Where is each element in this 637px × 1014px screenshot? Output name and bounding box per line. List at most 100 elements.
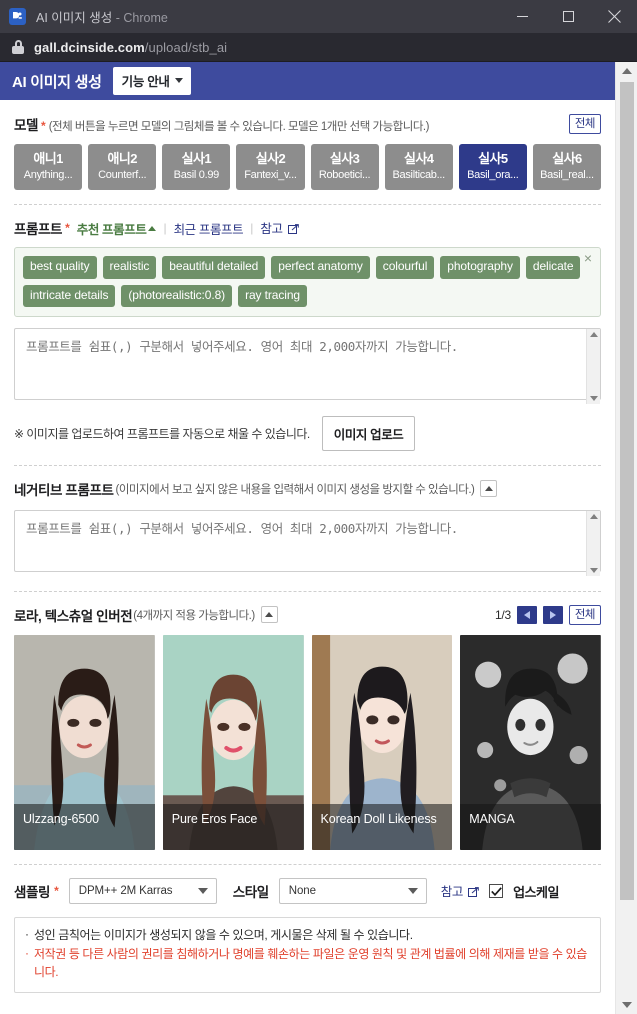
style-select[interactable]: None <box>278 878 427 905</box>
separator-2: | <box>250 221 254 236</box>
lora-all-button[interactable]: 전체 <box>568 604 601 626</box>
model-option-sub: Roboetici... <box>318 169 371 182</box>
notice-box: 성인 금칙어는 이미지가 생성되지 않을 수 있으며, 게시물은 삭제 될 수 … <box>14 917 601 993</box>
prompt-textarea-wrap <box>14 327 601 405</box>
model-option-name: 실사3 <box>329 151 360 167</box>
browser-address-bar[interactable]: gall.dcinside.com/upload/stb_ai <box>0 33 637 62</box>
prompt-tag[interactable]: ray tracing <box>238 284 307 307</box>
negative-prompt-collapse-toggle[interactable] <box>480 480 498 498</box>
model-option-3[interactable]: 실사2 Fantexi_v... <box>236 144 305 191</box>
lora-prev-button[interactable] <box>516 605 537 624</box>
model-option-7[interactable]: 실사6 Basil_real... <box>532 144 601 191</box>
sampling-reference-link[interactable]: 참고 <box>441 881 479 901</box>
chevron-up-icon <box>621 68 632 74</box>
model-option-5[interactable]: 실사4 Basilticab... <box>384 144 453 191</box>
upscale-checkbox[interactable] <box>489 884 504 899</box>
prompt-tag[interactable]: photography <box>440 256 520 279</box>
lora-collapse-toggle[interactable] <box>260 606 278 624</box>
page-content: AI 이미지 생성 기능 안내 모델 * (전체 버튼을 누르면 모델의 그림체… <box>0 62 615 1014</box>
model-option-4[interactable]: 실사3 Roboetici... <box>310 144 379 191</box>
prompt-tag[interactable]: best quality <box>23 256 97 279</box>
upload-note: ※ 이미지를 업로드하여 프롬프트를 자동으로 채울 수 있습니다. <box>14 426 310 441</box>
image-upload-button[interactable]: 이미지 업로드 <box>321 415 416 451</box>
model-option-sub: Basilticab... <box>392 169 446 182</box>
model-label: 모델 <box>14 118 39 134</box>
guide-button[interactable]: 기능 안내 <box>112 67 191 95</box>
lora-card-caption: Ulzzang-6500 <box>14 804 155 851</box>
model-option-sub: Basil_ora... <box>467 169 519 182</box>
negative-prompt-input[interactable] <box>14 509 601 572</box>
close-button[interactable] <box>591 0 637 33</box>
tab-title-suffix: - Chrome <box>112 11 168 25</box>
guide-button-label: 기능 안내 <box>121 75 170 89</box>
prompt-tag[interactable]: colourful <box>375 256 435 279</box>
prompt-tag[interactable]: perfect anatomy <box>271 256 370 279</box>
model-option-name: 실사4 <box>404 151 434 167</box>
style-selected-value: None <box>288 885 316 898</box>
style-label: 스타일 <box>232 885 269 901</box>
minimize-button[interactable] <box>499 0 545 33</box>
model-option-sub: Counterf... <box>98 169 147 182</box>
prompt-tag[interactable]: delicate <box>525 256 581 279</box>
negative-prompt-textarea-scrollbar[interactable] <box>586 510 600 576</box>
lora-next-button[interactable] <box>542 605 563 624</box>
model-option-sub: Fantexi_v... <box>244 169 297 182</box>
chevron-left-icon <box>523 610 530 619</box>
model-all-button[interactable]: 전체 <box>568 114 601 135</box>
scroll-down-icon[interactable] <box>589 567 598 573</box>
lora-page-indicator: 1/3 <box>495 607 511 622</box>
scroll-down-icon[interactable] <box>589 395 598 401</box>
sampler-selected-value: DPM++ 2M Karras <box>78 885 173 898</box>
lora-section-header: 로라, 텍스츄얼 인버전 (4개까지 적용 가능합니다.) 1/3 전체 <box>14 592 601 626</box>
lora-card-caption: Korean Doll Likeness <box>311 804 453 851</box>
lock-icon <box>12 40 24 54</box>
prompt-tag[interactable]: beautiful detailed <box>162 256 266 279</box>
separator-1: | <box>163 221 167 236</box>
page-scroll-down-button[interactable] <box>616 996 637 1014</box>
chevron-down-icon <box>174 78 183 83</box>
page-scrollbar[interactable] <box>615 62 637 1014</box>
close-icon[interactable]: × <box>581 251 595 265</box>
prompt-input[interactable] <box>14 327 601 400</box>
sampler-select[interactable]: DPM++ 2M Karras <box>68 878 217 905</box>
prompt-reference-link[interactable]: 참고 <box>260 218 299 238</box>
model-option-1[interactable]: 애니2 Counterf... <box>88 144 157 191</box>
recommended-prompt-link[interactable]: 추천 프롬프트 <box>77 219 157 238</box>
prompt-tag-list: best quality realistic beautiful detaile… <box>23 256 592 307</box>
lora-card-3[interactable]: MANGA <box>460 635 601 851</box>
chevron-right-icon <box>549 610 556 619</box>
model-option-name: 애니1 <box>33 151 63 167</box>
prompt-tag[interactable]: realistic <box>102 256 157 279</box>
lora-section: 로라, 텍스츄얼 인버전 (4개까지 적용 가능합니다.) 1/3 전체 Ulz… <box>0 592 615 864</box>
lora-card-2[interactable]: Korean Doll Likeness <box>311 635 453 851</box>
model-option-0[interactable]: 애니1 Anything... <box>14 144 83 191</box>
site-favicon-icon <box>9 8 26 25</box>
prompt-reference-label: 참고 <box>260 222 283 237</box>
prompt-tag[interactable]: (photorealistic:0.8) <box>121 284 233 307</box>
lora-card-caption: Pure Eros Face <box>162 804 304 851</box>
prompt-tag[interactable]: intricate details <box>23 284 116 307</box>
prompt-section: 프롬프트 * 추천 프롬프트 | 최근 프롬프트 | 참고 best quali… <box>0 205 615 464</box>
page-scrollbar-thumb[interactable] <box>620 82 634 900</box>
maximize-button[interactable] <box>545 0 591 33</box>
recent-prompt-link[interactable]: 최근 프롬프트 <box>174 219 244 238</box>
page-viewport: AI 이미지 생성 기능 안내 모델 * (전체 버튼을 누르면 모델의 그림체… <box>0 62 637 1014</box>
lora-card-0[interactable]: Ulzzang-6500 <box>14 635 155 851</box>
page-scroll-up-button[interactable] <box>616 62 637 80</box>
scroll-up-icon[interactable] <box>589 331 598 337</box>
model-option-2[interactable]: 실사1 Basil 0.99 <box>162 144 231 191</box>
model-option-name: 애니2 <box>107 151 138 167</box>
negative-prompt-hint: (이미지에서 보고 싶지 않은 내용을 입력해서 이미지 생성을 방지할 수 있… <box>115 483 475 496</box>
model-section-header: 모델 * (전체 버튼을 누르면 모델의 그림체를 볼 수 있습니다. 모델은 … <box>14 100 601 135</box>
chevron-down-icon <box>197 888 208 895</box>
lora-card-1[interactable]: Pure Eros Face <box>162 635 304 851</box>
negative-prompt-textarea-wrap <box>14 509 601 577</box>
model-option-sub: Basil_real... <box>540 169 594 182</box>
scroll-up-icon[interactable] <box>589 513 598 519</box>
prompt-textarea-scrollbar[interactable] <box>586 328 600 404</box>
negative-prompt-header: 네거티브 프롬프트 (이미지에서 보고 싶지 않은 내용을 입력해서 이미지 생… <box>14 466 601 499</box>
model-option-6-selected[interactable]: 실사5 Basil_ora... <box>458 144 527 191</box>
model-required-mark: * <box>41 119 46 134</box>
sampling-reference-label: 참고 <box>440 885 464 900</box>
notice-line: 저작권 등 다른 사람의 권리를 침해하거나 명예를 훼손하는 파일은 운영 원… <box>25 944 590 982</box>
